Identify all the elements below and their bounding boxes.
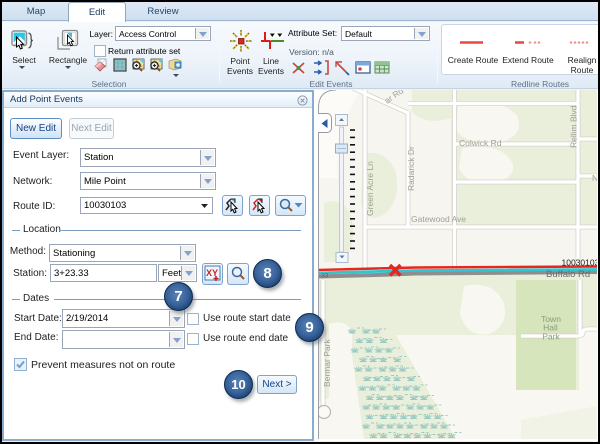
svg-text:Radarick Dr: Radarick Dr: [406, 146, 416, 191]
svg-text:Bermar Park: Bermar Park: [322, 339, 332, 387]
svg-text:N: N: [592, 173, 598, 183]
svg-text:10030103: 10030103: [562, 258, 599, 268]
svg-text:-33: -33: [319, 273, 329, 280]
svg-text:Park: Park: [542, 332, 560, 342]
svg-text:Green Acre Ln: Green Acre Ln: [365, 161, 375, 216]
svg-text:Gatewood Ave: Gatewood Ave: [411, 214, 466, 224]
svg-text:Colwick Rd: Colwick Rd: [459, 138, 502, 148]
svg-text:Buffalo Rd: Buffalo Rd: [546, 269, 590, 280]
svg-text:Rellim Blvd: Rellim Blvd: [569, 105, 579, 148]
